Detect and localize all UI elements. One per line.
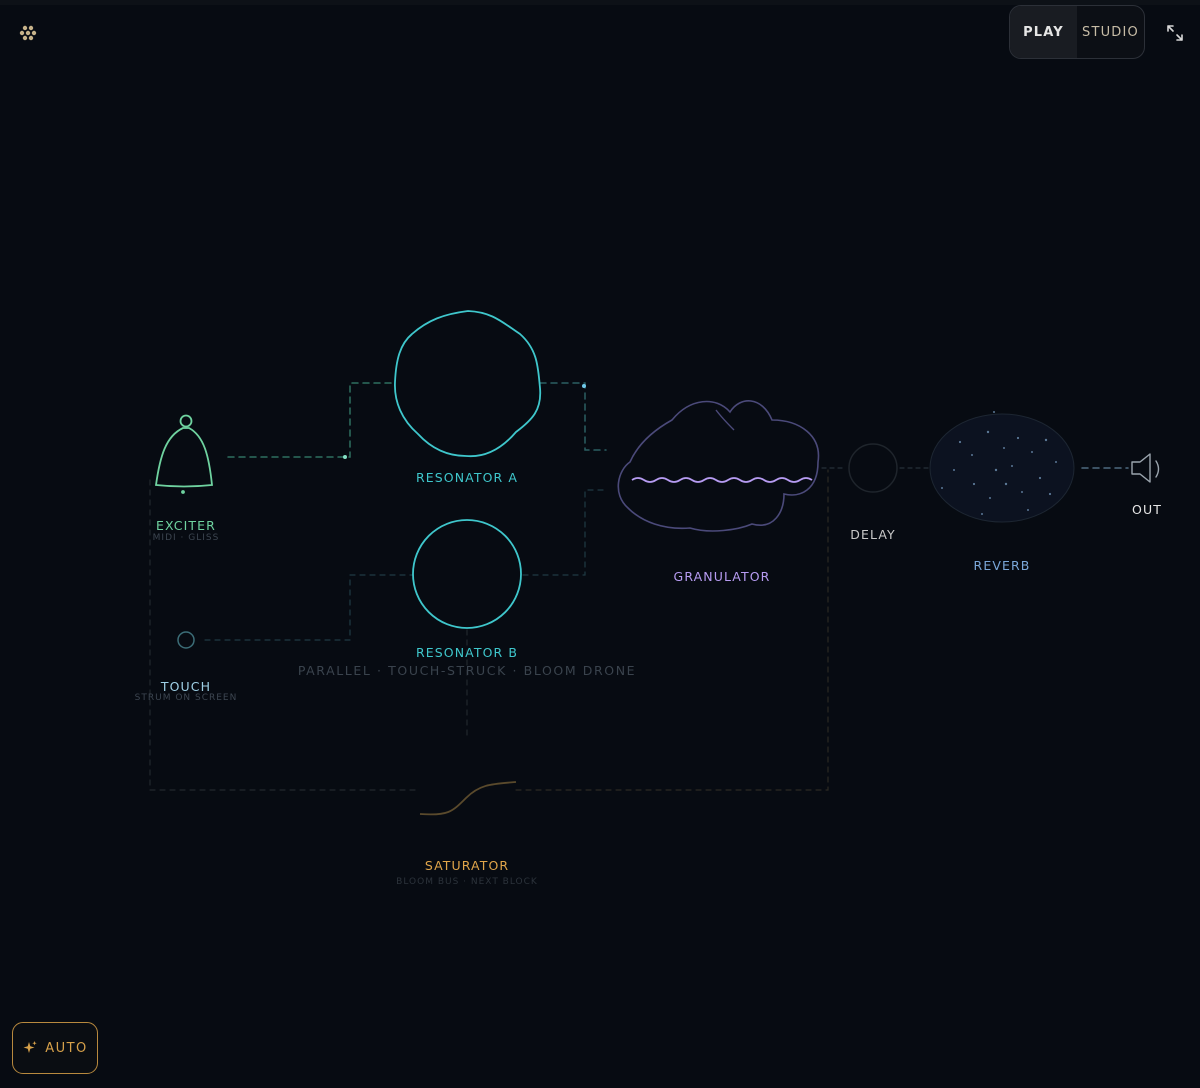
granulator-label: GRANULATOR	[673, 569, 771, 584]
wire-resonator-a-to-granulator	[539, 382, 607, 451]
expand-button[interactable]	[1160, 18, 1190, 48]
exciter-bell-icon[interactable]	[154, 414, 213, 494]
menu-button[interactable]	[12, 18, 44, 48]
wire-touch-to-resonator-b	[204, 574, 413, 641]
studio-mode-button[interactable]: STUDIO	[1077, 6, 1144, 58]
signal-pulse	[343, 455, 347, 459]
signal-graph	[149, 310, 1160, 816]
granulator-cloud-icon[interactable]	[617, 400, 820, 532]
delay-node-shape[interactable]	[848, 443, 898, 493]
expand-arrows-icon	[1167, 25, 1183, 41]
resonator-note: PARALLEL · TOUCH-STRUCK · BLOOM DRONE	[297, 663, 637, 678]
mode-toggle: PLAY STUDIO	[1009, 5, 1145, 59]
auto-button[interactable]: AUTO	[12, 1022, 98, 1074]
touch-pad-icon[interactable]	[177, 631, 195, 649]
resonator-a-shape[interactable]	[394, 310, 542, 458]
exciter-label: EXCITER	[156, 518, 216, 533]
resonator-b-shape[interactable]	[412, 519, 522, 629]
delay-label: DELAY	[850, 527, 896, 542]
sparkle-icon	[23, 1041, 37, 1053]
auto-label: AUTO	[45, 1040, 88, 1056]
speaker-icon[interactable]	[1131, 453, 1160, 483]
reverb-label: REVERB	[973, 558, 1031, 573]
touch-label: TOUCH	[160, 679, 212, 694]
patch-canvas: PLAY STUDIO EXCITER MIDI · GLISS TOUCH S…	[0, 0, 1200, 1088]
saturator-sub: BLOOM BUS · NEXT BLOCK	[396, 877, 538, 887]
saturator-curve-icon[interactable]	[419, 781, 517, 816]
resonator-a-label: RESONATOR A	[415, 470, 519, 485]
resonator-b-label: RESONATOR B	[415, 645, 519, 660]
dots-grid-icon	[19, 25, 37, 41]
touch-sub: STRUM ON SCREEN	[134, 693, 238, 703]
play-mode-button[interactable]: PLAY	[1010, 6, 1077, 58]
saturator-label: SATURATOR	[424, 858, 510, 873]
exciter-sub: MIDI · GLISS	[152, 533, 220, 543]
wire-saturator-to-granulator	[515, 469, 829, 791]
reverb-particle-icon[interactable]	[929, 411, 1075, 523]
out-label: OUT	[1132, 502, 1162, 517]
wire-resonator-b-to-granulator	[522, 489, 607, 576]
wire-exciter-to-resonator-a	[227, 382, 396, 458]
signal-pulse	[582, 384, 586, 388]
